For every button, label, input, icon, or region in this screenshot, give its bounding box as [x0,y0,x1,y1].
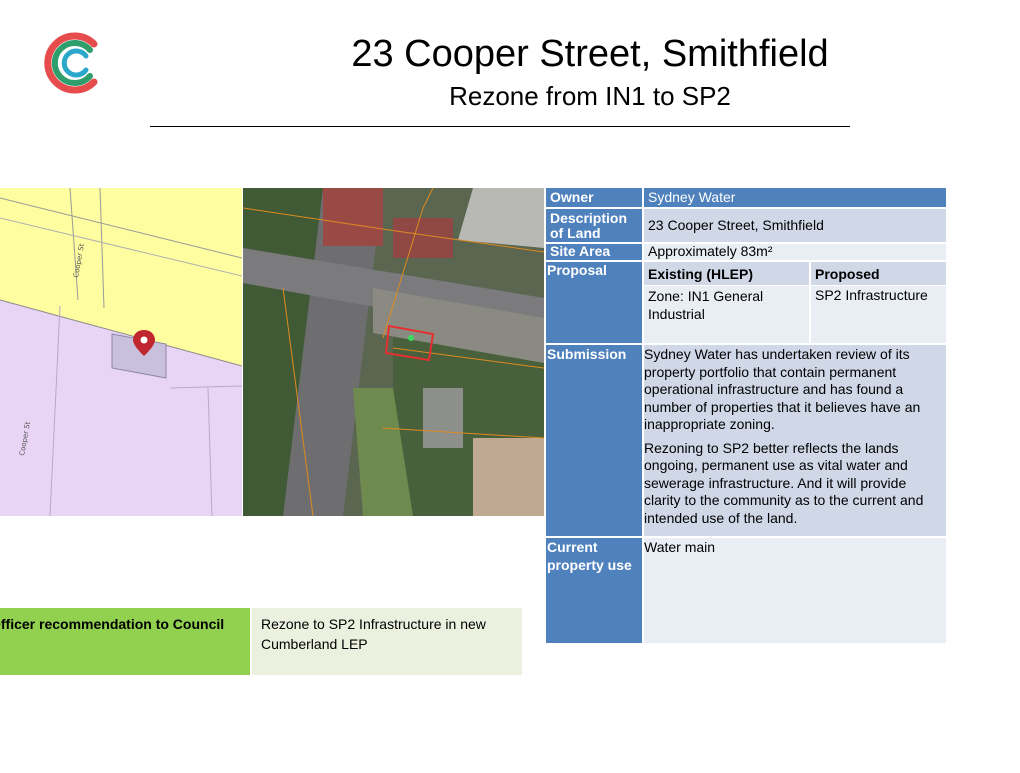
owner-value: Sydney Water [644,188,946,207]
site-area-value: Approximately 83m² [644,244,946,260]
recommendation-label: Officer recommendation to Council [0,608,250,675]
submission-value: Sydney Water has undertaken review of it… [644,345,946,536]
page-title: 23 Cooper Street, Smithfield [351,33,829,75]
proposal-existing-value: Zone: IN1 General Industrial [644,286,809,343]
site-marker-icon [408,335,414,341]
zoning-map: Cooper St Cooper St [0,188,242,516]
description-value: 23 Cooper Street, Smithfield [644,209,946,242]
property-info-table: Owner Sydney Water Description of Land 2… [546,188,946,644]
recommendation-label-text: Officer recommendation to Council [0,616,225,632]
current-use-label: Current property use [546,538,642,643]
council-logo [44,32,98,94]
submission-paragraph-2: Rezoning to SP2 better reflects the land… [644,439,924,526]
proposal-label: Proposal [546,262,642,343]
site-area-label: Site Area [546,244,642,260]
submission-paragraph-1: Sydney Water has undertaken review of it… [644,346,921,432]
proposal-proposed-header: Proposed [811,262,946,285]
page-subtitle: Rezone from IN1 to SP2 [449,81,731,111]
proposal-proposed-value: SP2 Infrastructure [811,286,946,343]
current-use-value: Water main [644,538,946,643]
title-divider [150,126,850,127]
proposal-existing-header: Existing (HLEP) [644,262,809,285]
aerial-map [243,188,544,516]
submission-label: Submission [546,345,642,536]
recommendation-value: Rezone to SP2 Infrastructure in new Cumb… [252,608,522,675]
description-label: Description of Land [546,209,642,242]
owner-label: Owner [546,188,642,207]
